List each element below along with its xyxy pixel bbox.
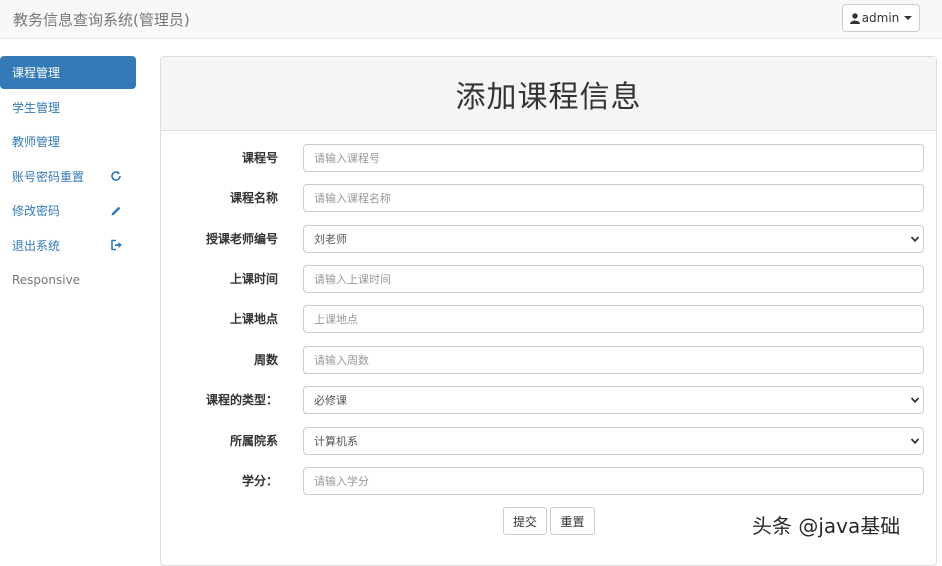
page-title: 添加课程信息 bbox=[455, 79, 642, 115]
course-name-input[interactable] bbox=[303, 184, 924, 212]
course-id-input[interactable] bbox=[303, 144, 924, 172]
form-row-weeks: 周数 bbox=[161, 346, 938, 374]
sidebar-item-responsive: Responsive bbox=[0, 263, 136, 296]
sidebar-item-teacher-management[interactable]: 教师管理 bbox=[0, 125, 136, 158]
pencil-icon bbox=[108, 203, 124, 219]
app-title[interactable]: 教务信息查询系统(管理员) bbox=[13, 9, 190, 30]
form-row-course-name: 课程名称 bbox=[161, 184, 938, 212]
watermark-text: 头条 @java基础 bbox=[752, 514, 901, 538]
classroom-label: 上课地点 bbox=[229, 312, 278, 326]
class-time-input[interactable] bbox=[303, 265, 924, 293]
form-row-classroom: 上课地点 bbox=[161, 305, 938, 333]
credit-input[interactable] bbox=[303, 467, 924, 495]
form-row-class-time: 上课时间 bbox=[161, 265, 938, 293]
sidebar-item-label: 修改密码 bbox=[12, 204, 61, 218]
form-row-course-type: 课程的类型： 必修课 bbox=[161, 386, 938, 414]
sidebar-item-password-reset[interactable]: 账号密码重置 bbox=[0, 160, 136, 193]
course-id-label: 课程号 bbox=[241, 151, 278, 165]
sidebar-item-student-management[interactable]: 学生管理 bbox=[0, 91, 136, 124]
refresh-icon bbox=[108, 168, 124, 184]
weeks-label: 周数 bbox=[253, 353, 278, 367]
department-select[interactable]: 计算机系 bbox=[303, 427, 924, 455]
teacher-select[interactable]: 刘老师 bbox=[303, 225, 924, 253]
course-name-label: 课程名称 bbox=[229, 191, 278, 205]
form-row-course-id: 课程号 bbox=[161, 144, 938, 172]
course-type-label: 课程的类型： bbox=[205, 393, 278, 407]
course-type-select[interactable]: 必修课 bbox=[303, 386, 924, 414]
sidebar-item-label: 学生管理 bbox=[12, 100, 61, 115]
sidebar-item-label: 退出系统 bbox=[12, 238, 61, 253]
user-menu-button[interactable]: admin bbox=[842, 4, 920, 32]
sidebar-item-label: 教师管理 bbox=[12, 135, 61, 149]
sidebar-item-course-management[interactable]: 课程管理 bbox=[0, 56, 136, 89]
department-label: 所属院系 bbox=[229, 434, 278, 448]
weeks-input[interactable] bbox=[303, 346, 924, 374]
add-course-panel: 添加课程信息 课程号 课程名称 授课老师编号 刘老师 上课时间 上课地点 周数 … bbox=[160, 56, 937, 566]
user-name: admin bbox=[861, 11, 900, 25]
sidebar: 课程管理 学生管理 教师管理 账号密码重置 修改密码 退出系统 Responsi… bbox=[0, 56, 136, 298]
chevron-down-icon bbox=[904, 16, 913, 20]
sidebar-item-logout[interactable]: 退出系统 bbox=[0, 229, 136, 262]
class-time-label: 上课时间 bbox=[229, 272, 278, 286]
user-icon bbox=[849, 12, 860, 24]
reset-button[interactable]: 重置 bbox=[550, 507, 595, 535]
sidebar-item-label: 课程管理 bbox=[12, 66, 61, 80]
panel-heading: 添加课程信息 bbox=[161, 57, 936, 131]
classroom-input[interactable] bbox=[303, 305, 924, 333]
form-row-department: 所属院系 计算机系 bbox=[161, 427, 938, 455]
sidebar-item-label: 账号密码重置 bbox=[12, 169, 85, 184]
teacher-id-label: 授课老师编号 bbox=[205, 232, 278, 246]
top-navbar: 教务信息查询系统(管理员) admin bbox=[0, 0, 942, 39]
form-row-credit: 学分： bbox=[161, 467, 938, 495]
form-row-teacher-id: 授课老师编号 刘老师 bbox=[161, 225, 938, 253]
sidebar-item-label: Responsive bbox=[12, 272, 81, 287]
sidebar-item-change-password[interactable]: 修改密码 bbox=[0, 194, 136, 227]
credit-label: 学分： bbox=[241, 474, 278, 488]
logout-icon bbox=[108, 237, 124, 253]
submit-button[interactable]: 提交 bbox=[503, 507, 547, 535]
